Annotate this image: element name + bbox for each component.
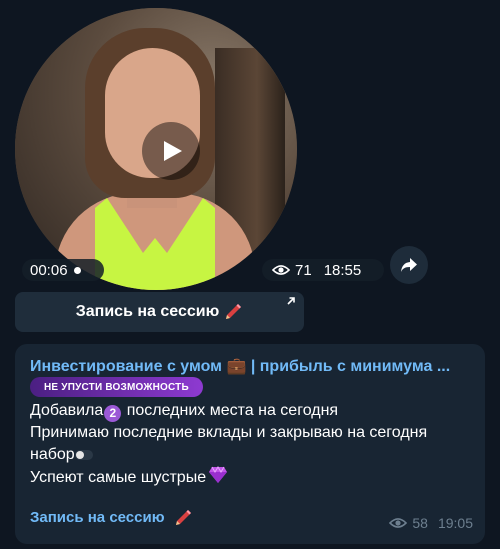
pen-icon bbox=[226, 304, 242, 319]
eye-icon bbox=[389, 518, 408, 528]
video-views: 71 bbox=[295, 261, 312, 279]
video-duration-badge: 00:06 bbox=[22, 259, 104, 281]
post-line-1-start: Добавила bbox=[30, 402, 104, 419]
signup-session-link-label: Запись на сессию bbox=[30, 508, 165, 526]
share-arrow-icon bbox=[401, 258, 417, 272]
unplayed-dot-icon bbox=[73, 266, 81, 274]
number-badge: 2 bbox=[104, 405, 122, 422]
promo-badge: НЕ УПУСТИ ВОЗМОЖНОСТЬ bbox=[30, 377, 203, 397]
post-line-3-text: набор bbox=[30, 446, 75, 463]
post-meta: 58 19:05 bbox=[389, 515, 473, 531]
promo-badge-text: НЕ УПУСТИ ВОЗМОЖНОСТЬ bbox=[44, 381, 189, 393]
channel-title[interactable]: Инвестирование с умом 💼 | прибыль с мини… bbox=[30, 356, 450, 376]
gem-icon bbox=[209, 466, 228, 483]
pen-icon bbox=[175, 510, 191, 525]
signup-session-button-label: Запись на сессию bbox=[75, 303, 220, 320]
video-meta-badge: 71 18:55 bbox=[262, 259, 384, 281]
eye-icon bbox=[272, 265, 290, 275]
post-time: 19:05 bbox=[437, 515, 473, 531]
external-link-arrow-icon bbox=[287, 297, 295, 305]
post-bubble: Инвестирование с умом 💼 | прибыль с мини… bbox=[15, 344, 485, 544]
post-line-4-text: Успеют самые шустрые bbox=[30, 469, 207, 486]
video-duration: 00:06 bbox=[30, 261, 68, 279]
post-line-1: Добавила 2 последних места на сегодня bbox=[30, 400, 470, 422]
post-views: 58 bbox=[412, 515, 428, 531]
video-message[interactable] bbox=[15, 8, 297, 290]
chat-view: 00:06 71 18:55 Запись на сессию Инвестир… bbox=[0, 0, 500, 549]
signup-session-button[interactable]: Запись на сессию bbox=[15, 292, 304, 332]
post-line-4: Успеют самые шустрые bbox=[30, 466, 470, 489]
post-line-3: набор bbox=[30, 444, 470, 466]
post-line-1-end: последних места на сегодня bbox=[126, 402, 339, 419]
toggle-icon bbox=[74, 449, 93, 460]
post-text: Добавила 2 последних места на сегодня При… bbox=[30, 400, 470, 489]
signup-session-link[interactable]: Запись на сессию bbox=[30, 508, 193, 528]
video-time: 18:55 bbox=[323, 261, 362, 279]
play-icon bbox=[164, 141, 182, 161]
play-button[interactable] bbox=[142, 122, 200, 180]
post-line-2: Принимаю последние вклады и закрываю на … bbox=[30, 424, 428, 441]
share-button[interactable] bbox=[390, 246, 428, 284]
